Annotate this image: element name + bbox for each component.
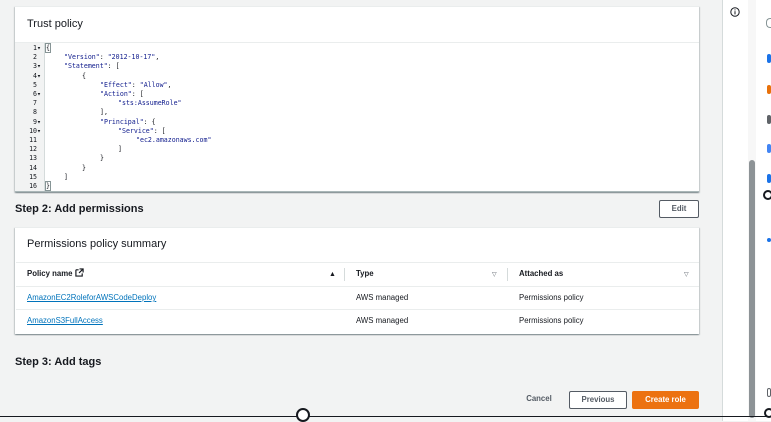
line-number: 3▾ (33, 62, 41, 71)
code-line-10: "Service": [ (118, 126, 166, 135)
sort-icon[interactable]: ▽ (684, 271, 689, 278)
line-number: 14 (29, 163, 38, 172)
code-line-16: } (45, 181, 51, 191)
code-line-2: "Version": "2012-10-17", (64, 53, 160, 62)
policy-attached-as: Permissions policy (519, 316, 584, 325)
line-number: 4▾ (33, 71, 41, 80)
line-number: 11 (29, 136, 38, 144)
policy-link[interactable]: AmazonS3FullAccess (27, 316, 103, 325)
line-number: 2 (33, 53, 38, 62)
sidebar-icon[interactable] (767, 144, 771, 153)
code-line-12: ] (118, 145, 122, 154)
column-header-policy-name[interactable]: Policy name (27, 263, 84, 285)
code-line-13: } (100, 154, 104, 163)
create-role-button[interactable]: Create role (632, 391, 699, 409)
line-number: 13 (29, 154, 38, 163)
column-separator (344, 268, 345, 281)
permissions-summary-title: Permissions policy summary (27, 238, 167, 250)
sort-icon[interactable]: ▽ (492, 271, 497, 278)
table-divider (16, 286, 699, 287)
previous-button[interactable]: Previous (569, 391, 627, 409)
sidebar-icon[interactable] (767, 174, 771, 183)
code-line-6: "Action": [ (100, 90, 144, 98)
policy-link[interactable]: AmazonEC2RoleforAWSCodeDeploy (27, 293, 156, 302)
window-bottom-edge (0, 416, 771, 417)
sidebar-icon[interactable] (767, 388, 771, 397)
line-number: 5 (33, 80, 38, 89)
code-line-3: "Statement": [ (64, 62, 120, 71)
trust-policy-title: Trust policy (27, 18, 83, 30)
code-line-9: "Principal": { (100, 117, 156, 126)
resize-handle[interactable] (296, 408, 310, 422)
code-line-15: ] (64, 172, 68, 181)
line-number: 6▾ (33, 90, 41, 98)
cancel-button[interactable]: Cancel (522, 391, 556, 409)
sidebar-icon[interactable] (767, 115, 771, 124)
line-number: 7 (33, 99, 38, 108)
line-number: 16 (29, 182, 38, 190)
main-content: Trust policy 1▾ 2 3▾ 4▾ 5 6▾ 7 8 9▾ 10▾ … (0, 0, 722, 421)
code-line-1: { (45, 43, 51, 53)
line-number: 15 (29, 172, 38, 181)
code-line-8: ], (100, 108, 108, 117)
line-number: 10▾ (29, 126, 41, 135)
step2-title: Step 2: Add permissions (15, 203, 144, 215)
external-link-icon (75, 268, 84, 277)
policy-attached-as: Permissions policy (519, 293, 584, 302)
column-separator (507, 268, 508, 281)
table-divider (16, 309, 699, 310)
sidebar-icon[interactable] (767, 238, 771, 242)
code-line-7: "sts:AssumeRole" (118, 99, 182, 108)
editor-gutter: 1▾ 2 3▾ 4▾ 5 6▾ 7 8 9▾ 10▾ 11 12 13 14 1… (15, 43, 45, 191)
sidebar-icon[interactable] (767, 54, 771, 63)
code-line-4: { (82, 71, 86, 80)
code-line-5: "Effect": "Allow", (100, 80, 172, 89)
line-number: 12 (29, 145, 38, 154)
policy-type: AWS managed (356, 293, 409, 302)
step3-title: Step 3: Add tags (15, 356, 102, 368)
edit-button[interactable]: Edit (659, 200, 699, 218)
column-header-type[interactable]: Type (356, 263, 374, 285)
side-panel-rail (722, 0, 771, 421)
policy-type: AWS managed (356, 316, 409, 325)
line-number: 9▾ (33, 117, 41, 126)
scrollbar-thumb[interactable] (749, 160, 755, 418)
column-header-attached-as[interactable]: Attached as (519, 263, 563, 285)
sort-ascending-icon[interactable]: ▲ (329, 271, 336, 278)
sidebar-icon[interactable] (766, 18, 771, 28)
code-line-11: "ec2.amazonaws.com" (136, 136, 212, 144)
line-number: 8 (33, 108, 38, 117)
line-number: 1▾ (33, 44, 41, 52)
info-icon[interactable] (730, 7, 740, 17)
trust-policy-editor[interactable]: 1▾ 2 3▾ 4▾ 5 6▾ 7 8 9▾ 10▾ 11 12 13 14 1… (15, 42, 699, 192)
sidebar-icon[interactable] (763, 190, 771, 200)
code-line-14: } (82, 163, 86, 172)
sidebar-icon[interactable] (767, 85, 771, 94)
